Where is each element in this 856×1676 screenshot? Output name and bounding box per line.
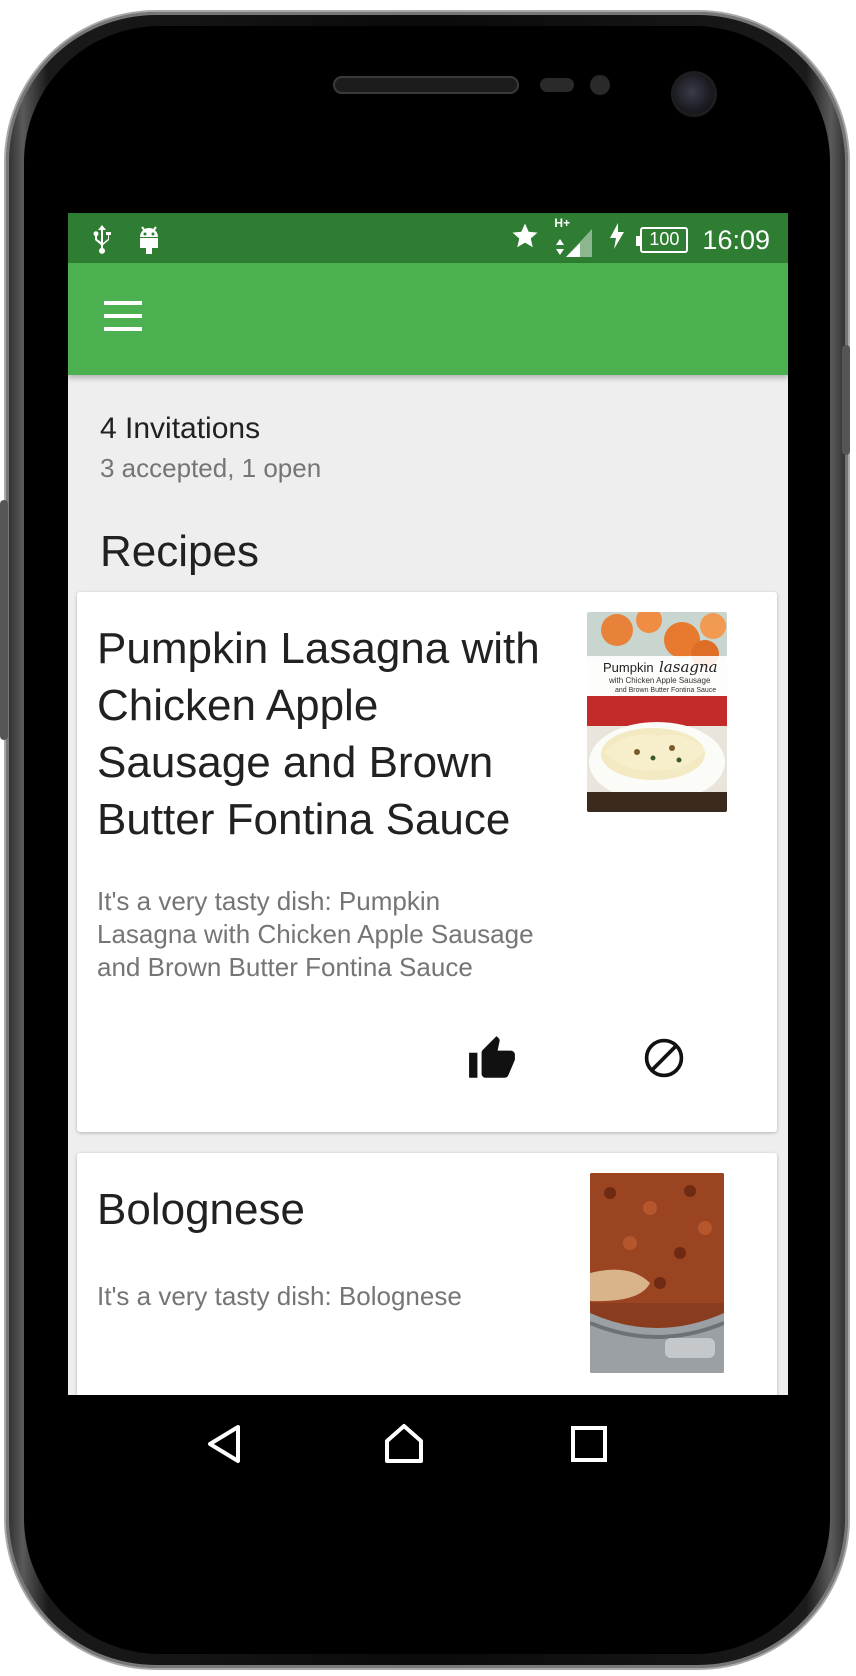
status-clock: 16:09 (702, 224, 770, 255)
signal-type-label: H+ (554, 215, 571, 230)
recipe-description: It's a very tasty dish: Bolognese (97, 1281, 462, 1311)
proximity-sensor (540, 78, 574, 92)
recents-icon[interactable] (564, 1419, 614, 1469)
usb-icon (90, 223, 114, 262)
status-bar: H+ 100 16:09 (68, 213, 788, 263)
front-camera (674, 74, 714, 114)
navigation-bar (68, 1395, 788, 1493)
star-icon (510, 221, 540, 258)
block-icon[interactable] (642, 1036, 686, 1080)
thumb-caption-1: Pumpkin (603, 660, 654, 675)
recipe-description: It's a very tasty dish: Pumpkin Lasagna … (97, 886, 534, 982)
android-debug-icon (136, 223, 162, 262)
recipes-heading: Recipes (100, 527, 259, 576)
light-sensor (590, 75, 610, 95)
screen: H+ 100 16:09 4 Invitations 3 accepted, 1… (68, 213, 788, 1493)
recipe-title: Bolognese (97, 1185, 305, 1234)
recipe-card[interactable]: Bolognese It's a very tasty dish: Bologn… (77, 1153, 777, 1405)
thumb-caption-4: and Brown Butter Fontina Sauce (615, 687, 716, 694)
battery-indicator: 100 (636, 226, 689, 253)
home-icon[interactable] (379, 1419, 429, 1469)
hamburger-menu-icon[interactable] (104, 301, 142, 331)
invitations-title: 4 Invitations (100, 412, 261, 445)
recipe-title: Pumpkin Lasagna with Chicken Apple Sausa… (97, 624, 540, 844)
thumbs-up-icon[interactable] (467, 1034, 517, 1084)
earpiece-speaker (333, 76, 519, 94)
back-icon[interactable] (200, 1419, 250, 1469)
thumb-caption-2: lasagna (659, 658, 718, 676)
volume-button (0, 500, 8, 740)
recipe-thumbnail[interactable]: Pumpkin lasagna with Chicken Apple Sausa… (587, 612, 727, 812)
recipe-card[interactable]: Pumpkin Lasagna with Chicken Apple Sausa… (77, 592, 777, 1132)
thumb-caption-3: with Chicken Apple Sausage (608, 676, 711, 685)
recipe-thumbnail[interactable] (590, 1173, 724, 1373)
power-button (842, 345, 850, 455)
invitations-subtitle: 3 accepted, 1 open (100, 453, 322, 483)
app-bar (68, 263, 788, 375)
main-content[interactable]: 4 Invitations 3 accepted, 1 open Recipes… (68, 375, 788, 1405)
signal-hplus-icon: H+ (554, 217, 594, 257)
charging-icon (608, 221, 626, 258)
